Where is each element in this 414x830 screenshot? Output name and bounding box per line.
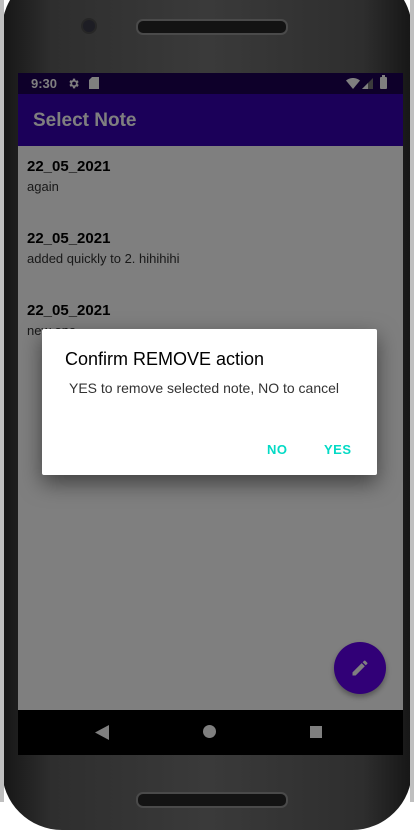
speaker-grille [136,19,288,35]
phone-edge-right [410,0,414,802]
confirm-remove-dialog: Confirm REMOVE action YES to remove sele… [42,329,377,475]
bottom-speaker-grille [136,792,288,808]
phone-edge-left [0,0,4,802]
yes-button[interactable]: YES [324,442,352,457]
dialog-message: YES to remove selected note, NO to cance… [69,380,340,396]
no-button[interactable]: NO [267,442,288,457]
camera-icon [83,20,95,32]
dialog-title: Confirm REMOVE action [65,349,265,369]
device-screen: 9:30 Select Note 22_05_2021 again 22_05_… [18,73,403,755]
